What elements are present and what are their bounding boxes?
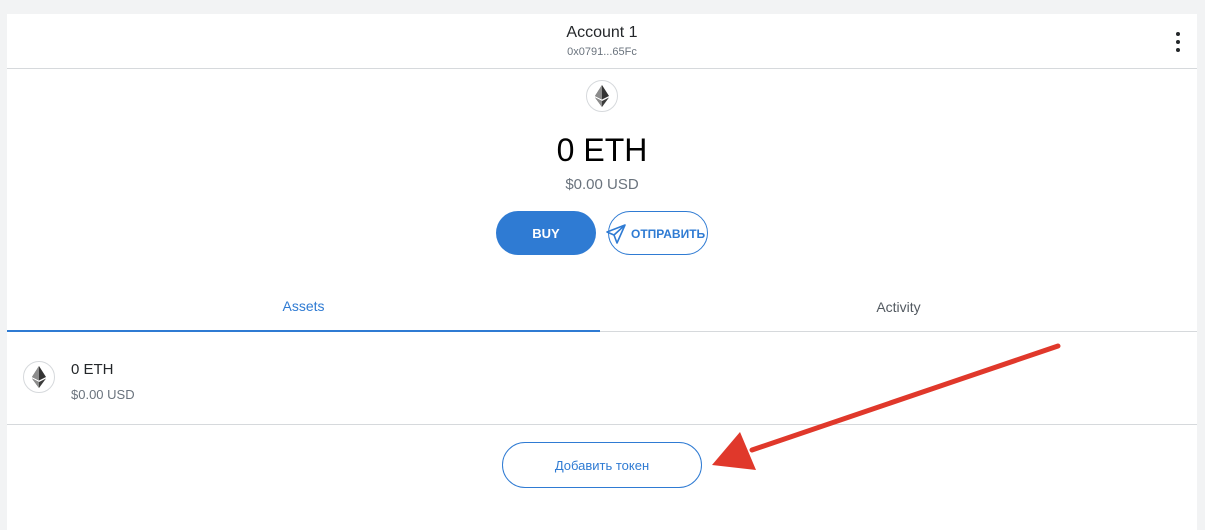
- send-button[interactable]: ОТПРАВИТЬ: [605, 211, 708, 255]
- balance-fiat: $0.00 USD: [565, 176, 639, 193]
- buy-button[interactable]: BUY: [496, 211, 596, 255]
- account-header: Account 1 0x0791...65Fc: [7, 14, 1197, 69]
- tab-assets[interactable]: Assets: [7, 282, 600, 332]
- asset-list-item[interactable]: 0 ETH $0.00 USD: [7, 333, 1197, 425]
- balance-amount: 0 ETH: [556, 132, 648, 168]
- account-address[interactable]: 0x0791...65Fc: [7, 46, 1197, 58]
- send-button-label: ОТПРАВИТЬ: [631, 227, 706, 241]
- tab-bar: Assets Activity: [7, 282, 1197, 332]
- eth-icon: [23, 361, 55, 393]
- asset-fiat-balance: $0.00 USD: [71, 387, 135, 402]
- asset-balance: 0 ETH: [71, 361, 114, 378]
- send-icon: [605, 223, 627, 248]
- eth-icon: [586, 80, 618, 112]
- more-options-icon[interactable]: [1173, 32, 1183, 52]
- add-token-button[interactable]: Добавить токен: [502, 442, 702, 488]
- wallet-card: Account 1 0x0791...65Fc 0 ETH $0.00 USD …: [7, 14, 1197, 530]
- account-name[interactable]: Account 1: [7, 24, 1197, 42]
- tab-activity[interactable]: Activity: [600, 282, 1197, 332]
